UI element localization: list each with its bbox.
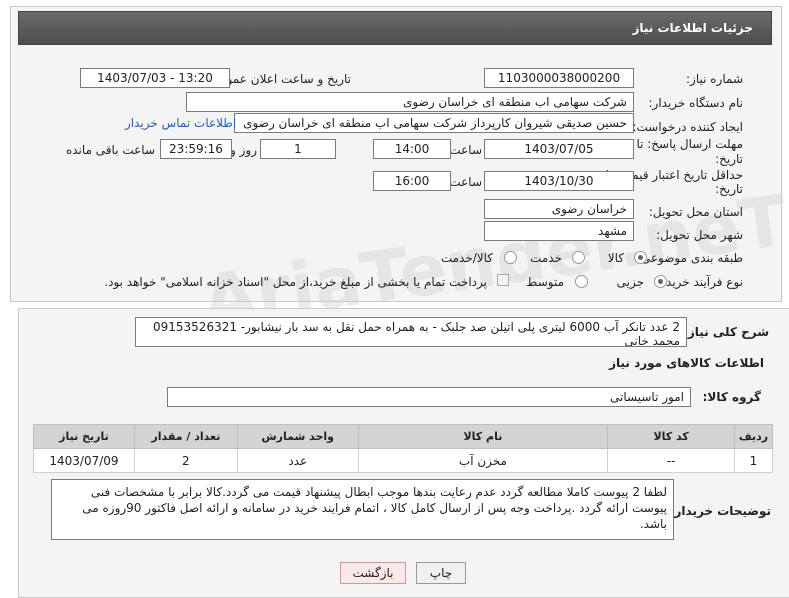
cell-item-name: مخزن آب: [357, 448, 609, 473]
print-button[interactable]: چاپ: [416, 562, 466, 584]
cell-item-code: --: [607, 448, 735, 473]
page-header: جزئیات اطلاعات نیاز: [18, 11, 772, 45]
category-radio-both[interactable]: [504, 251, 517, 264]
process-minor-label: جزیی: [616, 275, 644, 289]
remaining-time-field: 23:59:16: [160, 139, 232, 159]
need-number-field: 1103000038000200: [484, 68, 634, 88]
goods-section-title: اطلاعات کالاهای مورد نیاز: [609, 356, 764, 370]
city-field: مشهد: [484, 221, 634, 241]
requester-label: ایجاد کننده درخواست:: [632, 120, 743, 134]
cell-quantity: 2: [133, 448, 238, 473]
goods-group-field: امور تاسیساتی: [167, 387, 691, 407]
process-medium-label: متوسط: [526, 275, 564, 289]
category-label: طبقه بندی موضوعی:: [636, 251, 743, 265]
category-service-label: خدمت: [530, 251, 562, 265]
buyer-notes-field: لطفا 2 پیوست کاملا مطالعه گردد عدم رعایت…: [51, 479, 674, 540]
province-label: استان محل تحویل:: [648, 205, 743, 219]
price-valid-time-field: 16:00: [373, 171, 451, 191]
table-row: 1403/07/09 2 عدد مخزن آب -- 1: [33, 448, 774, 473]
category-radio-service[interactable]: [572, 251, 585, 264]
requester-field: حسین صدیقی شیروان کارپرداز شرکت سهامی اب…: [234, 113, 634, 133]
cell-unit: عدد: [236, 448, 359, 473]
col-unit: واحد شمارش: [236, 424, 359, 449]
deadline-time-field: 14:00: [373, 139, 451, 159]
contact-buyer-link[interactable]: اطلاعات تماس خریدار: [125, 116, 236, 130]
goods-table-header: تاریخ نیاز تعداد / مقدار واحد شمارش نام …: [33, 424, 774, 449]
col-need-date: تاریخ نیاز: [33, 424, 135, 449]
cell-row: 1: [733, 448, 774, 473]
remaining-label: ساعت باقی مانده: [65, 143, 155, 157]
announce-field: 1403/07/03 - 13:20: [80, 68, 230, 88]
description-label: شرح کلی نیاز:: [683, 325, 769, 339]
description-field: 2 عدد تانکر آب 6000 لیتری پلی اتیلن صد ج…: [135, 317, 687, 347]
col-quantity: تعداد / مقدار: [133, 424, 238, 449]
deadline-date-field: 1403/07/05: [484, 139, 634, 159]
goods-group-label: گروه کالا:: [702, 390, 761, 404]
process-radio-minor[interactable]: [654, 275, 667, 288]
need-number-label: شماره نیاز:: [686, 72, 743, 86]
buyer-org-label: نام دستگاه خریدار:: [648, 96, 744, 110]
category-goods-label: کالا: [607, 251, 624, 265]
category-both-label: کالا/خدمت: [440, 251, 493, 265]
price-valid-date-field: 1403/10/30: [484, 171, 634, 191]
col-item-name: نام کالا: [357, 424, 609, 449]
process-radio-medium[interactable]: [575, 275, 588, 288]
price-valid-label-date: تاریخ:: [715, 182, 743, 196]
cell-need-date: 1403/07/09: [33, 448, 135, 473]
page-title: جزئیات اطلاعات نیاز: [632, 21, 753, 35]
days-field: 1: [260, 139, 336, 159]
process-label: نوع فرآیند خرید :: [658, 275, 743, 289]
city-label: شهر محل تحویل:: [656, 228, 743, 242]
price-valid-time-label: ساعت: [449, 175, 482, 189]
buyer-notes-label: توضیحات خریدار:: [669, 504, 771, 518]
back-button[interactable]: بازگشت: [340, 562, 406, 584]
deadline-time-label: ساعت: [449, 143, 482, 157]
days-label: روز و: [230, 143, 257, 157]
goods-table: تاریخ نیاز تعداد / مقدار واحد شمارش نام …: [33, 424, 774, 473]
deadline-label-date: تاریخ:: [715, 152, 743, 166]
col-row: ردیف: [733, 424, 774, 449]
payment-note: پرداخت تمام یا بخشی از مبلغ خرید،از محل …: [104, 275, 487, 289]
province-field: خراسان رضوی: [484, 199, 634, 219]
col-item-code: کد کالا: [607, 424, 735, 449]
deadline-label: مهلت ارسال پاسخ: تا: [636, 137, 743, 151]
buyer-org-field: شرکت سهامی اب منطقه ای خراسان رضوی: [186, 92, 634, 112]
payment-checkbox[interactable]: [497, 274, 509, 286]
category-radio-goods[interactable]: [634, 251, 647, 264]
